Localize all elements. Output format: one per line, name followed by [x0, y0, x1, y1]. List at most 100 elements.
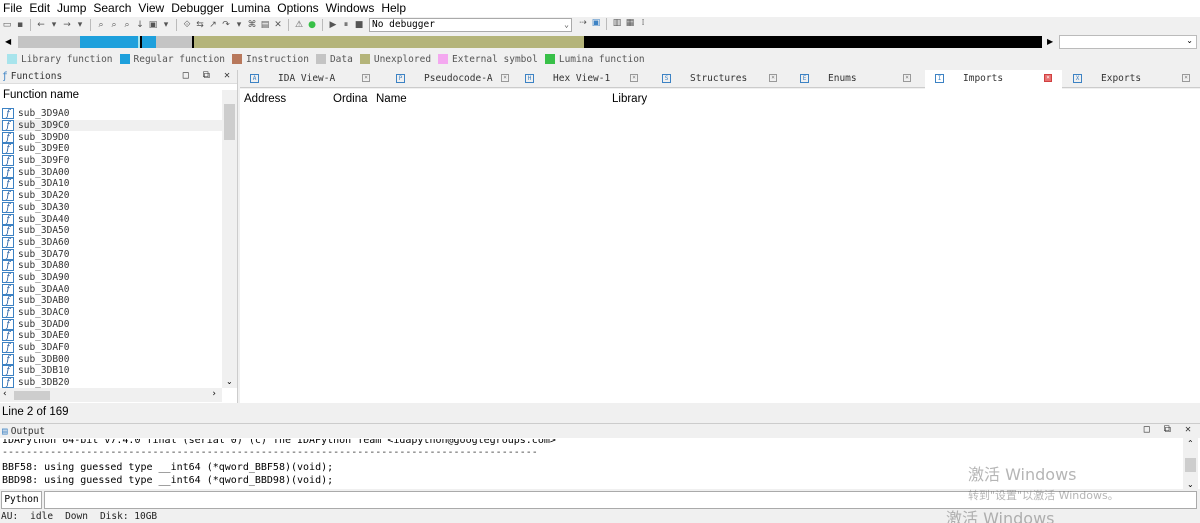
- function-row[interactable]: f sub_3DA00: [0, 166, 222, 178]
- menu-debugger[interactable]: Debugger: [168, 0, 228, 17]
- function-row[interactable]: f sub_3DAB0: [0, 295, 222, 307]
- dropdown-icon[interactable]: ▾: [234, 20, 244, 30]
- memory-icon[interactable]: ▦: [625, 18, 635, 28]
- panel-controls[interactable]: □ ⧉ ✕: [183, 70, 234, 81]
- function-row[interactable]: f sub_3DA60: [0, 236, 222, 249]
- menu-edit[interactable]: Edit: [26, 0, 54, 17]
- function-list[interactable]: f sub_3D9A0 f sub_3D9C0 f sub_3D9D0 f sub_3D9E0…: [0, 108, 222, 388]
- scrollbar-thumb[interactable]: [224, 104, 235, 140]
- scroll-down-icon[interactable]: ⌄: [226, 377, 233, 386]
- close-icon[interactable]: ×: [1044, 74, 1052, 82]
- analysis-icon[interactable]: ⚠: [294, 20, 304, 30]
- close-icon[interactable]: ×: [630, 74, 638, 82]
- scrollbar-thumb[interactable]: [14, 391, 50, 400]
- play-icon[interactable]: ▶: [328, 20, 338, 30]
- dropdown-icon[interactable]: ▾: [75, 20, 85, 30]
- function-row[interactable]: f sub_3DA20: [0, 190, 222, 202]
- function-name-header[interactable]: Function name: [0, 84, 237, 104]
- navigation-bar[interactable]: [18, 36, 1042, 48]
- graph-icon[interactable]: ⟐: [182, 20, 192, 30]
- undefine-icon[interactable]: ✕: [273, 20, 283, 30]
- code-icon[interactable]: ⌘: [247, 20, 257, 30]
- menu-view[interactable]: View: [135, 0, 168, 17]
- menu-search[interactable]: Search: [90, 0, 135, 17]
- menu-windows[interactable]: Windows: [323, 0, 379, 17]
- function-row[interactable]: f sub_3DAA0: [0, 283, 222, 295]
- arrow-curve-icon[interactable]: ↷: [221, 20, 231, 30]
- menu-file[interactable]: File: [0, 0, 26, 17]
- function-row[interactable]: f sub_3D9F0: [0, 155, 222, 167]
- function-row[interactable]: f sub_3DA10: [0, 178, 222, 190]
- function-row[interactable]: f sub_3DA80: [0, 260, 222, 272]
- function-row[interactable]: f sub_3DB00: [0, 353, 222, 365]
- output-vertical-scrollbar[interactable]: ⌃ ⌄: [1183, 438, 1198, 490]
- debugger-select[interactable]: No debugger ⌄: [369, 18, 572, 32]
- forward-icon[interactable]: →: [62, 20, 72, 30]
- scrollbar-thumb[interactable]: [1185, 458, 1196, 472]
- function-row[interactable]: f sub_3DA40: [0, 213, 222, 225]
- menu-lumina[interactable]: Lumina: [228, 0, 274, 17]
- debug-attach-icon[interactable]: ▣: [591, 18, 601, 28]
- search-text-icon[interactable]: ⌕: [96, 20, 106, 30]
- search-immediate-icon[interactable]: ⌕: [122, 20, 132, 30]
- functions-vertical-scrollbar[interactable]: ⌄: [222, 90, 237, 388]
- segment-icon[interactable]: ▣: [148, 20, 158, 30]
- menu-help[interactable]: Help: [378, 0, 410, 17]
- arrow-up-icon[interactable]: ↗: [208, 20, 218, 30]
- dropdown-icon[interactable]: ▾: [161, 20, 171, 30]
- tab-pseudocode-a[interactable]: P Pseudocode-A ×: [386, 70, 519, 88]
- view-icon[interactable]: ▥: [612, 18, 622, 28]
- panel-controls[interactable]: □ ⧉ ✕: [1144, 424, 1195, 435]
- options-icon[interactable]: ⁞: [638, 18, 648, 28]
- function-row[interactable]: f sub_3DA70: [0, 248, 222, 260]
- close-icon[interactable]: ×: [1182, 74, 1190, 82]
- pause-icon[interactable]: ⏸: [341, 20, 351, 30]
- functions-horizontal-scrollbar[interactable]: ‹ ›: [0, 388, 222, 402]
- function-row[interactable]: f sub_3DAF0: [0, 342, 222, 354]
- stop-icon[interactable]: ■: [354, 20, 364, 30]
- function-row[interactable]: f sub_3D9A0: [0, 108, 222, 120]
- save-icon[interactable]: ▪: [15, 20, 25, 30]
- function-row[interactable]: f sub_3D9E0: [0, 143, 222, 155]
- python-language-button[interactable]: Python: [1, 491, 42, 509]
- function-row[interactable]: f sub_3DB10: [0, 365, 222, 377]
- search-binary-icon[interactable]: ⌕: [109, 20, 119, 30]
- function-row[interactable]: f sub_3DAE0: [0, 330, 222, 342]
- function-row[interactable]: f sub_3DAC0: [0, 307, 222, 319]
- function-row[interactable]: f sub_3DA50: [0, 225, 222, 237]
- menu-jump[interactable]: Jump: [54, 0, 90, 17]
- function-row[interactable]: f sub_3D9D0: [0, 131, 222, 143]
- navigation-band[interactable]: ◀ ▶ ⌄: [0, 34, 1200, 50]
- step-icon[interactable]: ⇢: [578, 18, 588, 28]
- scroll-up-icon[interactable]: ⌃: [1187, 439, 1194, 448]
- tab-enums[interactable]: E Enums ×: [790, 70, 921, 88]
- close-icon[interactable]: ×: [903, 74, 911, 82]
- imports-view[interactable]: Address Ordina Name Library: [240, 89, 1200, 403]
- function-row[interactable]: f sub_3DA30: [0, 201, 222, 214]
- scroll-left-icon[interactable]: ‹: [3, 389, 7, 399]
- column-library[interactable]: Library: [612, 93, 647, 105]
- function-row[interactable]: f sub_3DA90: [0, 271, 222, 284]
- data-icon[interactable]: ▤: [260, 20, 270, 30]
- column-ordinal[interactable]: Ordina: [333, 93, 368, 105]
- function-row[interactable]: f sub_3D9C0: [0, 119, 222, 132]
- column-name[interactable]: Name: [376, 93, 407, 105]
- nav-zoom-select[interactable]: ⌄: [1059, 35, 1197, 49]
- scroll-right-icon[interactable]: ›: [212, 389, 216, 399]
- tab-imports[interactable]: I Imports ×: [925, 70, 1062, 89]
- close-icon[interactable]: ×: [501, 74, 509, 82]
- tab-ida-view-a[interactable]: A IDA View-A ×: [240, 70, 380, 88]
- open-icon[interactable]: ▭: [2, 20, 12, 30]
- scroll-down-icon[interactable]: ⌄: [1187, 480, 1194, 489]
- xref-icon[interactable]: ⇆: [195, 20, 205, 30]
- dropdown-icon[interactable]: ▾: [49, 20, 59, 30]
- nav-left-icon[interactable]: ◀: [5, 37, 11, 46]
- tab-hex-view-1[interactable]: H Hex View-1 ×: [515, 70, 648, 88]
- jump-down-icon[interactable]: ↓: [135, 20, 145, 30]
- close-icon[interactable]: ×: [362, 74, 370, 82]
- back-icon[interactable]: ←: [36, 20, 46, 30]
- function-row[interactable]: f sub_3DB20: [0, 377, 222, 388]
- nav-right-icon[interactable]: ▶: [1047, 37, 1053, 46]
- function-row[interactable]: f sub_3DAD0: [0, 318, 222, 330]
- menu-options[interactable]: Options: [274, 0, 322, 17]
